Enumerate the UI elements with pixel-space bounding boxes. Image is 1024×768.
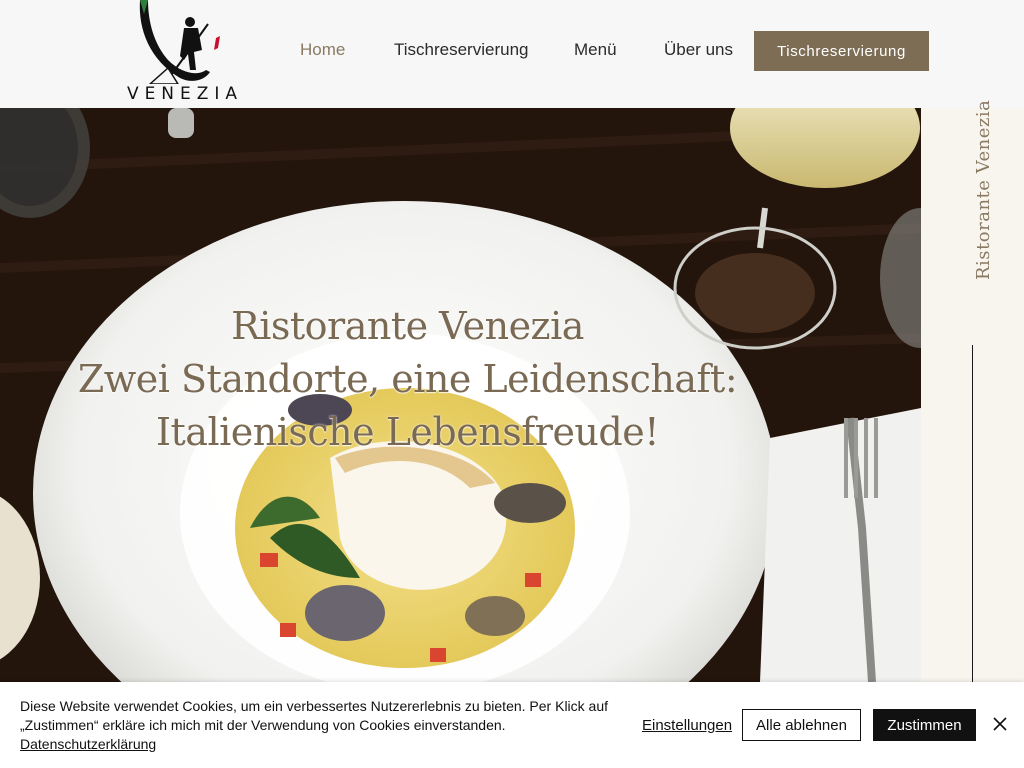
- nav-item-ueber-uns[interactable]: Über uns: [664, 40, 733, 60]
- privacy-policy-link[interactable]: Datenschutzerklärung: [20, 736, 156, 752]
- site-header: VENEZIA Home Tischreservierung Menü Über…: [0, 0, 1024, 108]
- reject-all-button[interactable]: Alle ablehnen: [742, 709, 861, 741]
- reservation-button[interactable]: Tischreservierung: [754, 31, 929, 71]
- side-divider: [972, 345, 973, 685]
- logo[interactable]: VENEZIA: [110, 0, 260, 106]
- hero-title: Ristorante Venezia: [231, 304, 584, 348]
- cookie-banner: Diese Website verwendet Cookies, um ein …: [0, 682, 1024, 768]
- hero-subtitle-line1: Zwei Standorte, eine Leidenschaft:: [77, 357, 738, 401]
- cookie-text: Diese Website verwendet Cookies, um ein …: [20, 697, 620, 754]
- accept-button[interactable]: Zustimmen: [873, 709, 976, 741]
- close-icon[interactable]: [991, 715, 1009, 733]
- cookie-message: Diese Website verwendet Cookies, um ein …: [20, 698, 609, 733]
- hero-image: Ristorante Venezia Zwei Standorte, eine …: [0, 108, 921, 682]
- cookie-settings-link[interactable]: Einstellungen: [642, 717, 732, 734]
- nav-item-tischreservierung[interactable]: Tischreservierung: [394, 40, 528, 60]
- nav-item-home[interactable]: Home: [300, 40, 345, 60]
- hero-subtitle-line2: Italienische Lebensfreude!: [156, 410, 659, 454]
- hero-headline: Ristorante Venezia Zwei Standorte, eine …: [0, 300, 815, 459]
- side-panel-label: Ristorante Venezia: [973, 99, 994, 280]
- gondolier-icon: [139, 0, 220, 84]
- logo-text: VENEZIA: [126, 84, 244, 104]
- nav-item-menu[interactable]: Menü: [574, 40, 617, 60]
